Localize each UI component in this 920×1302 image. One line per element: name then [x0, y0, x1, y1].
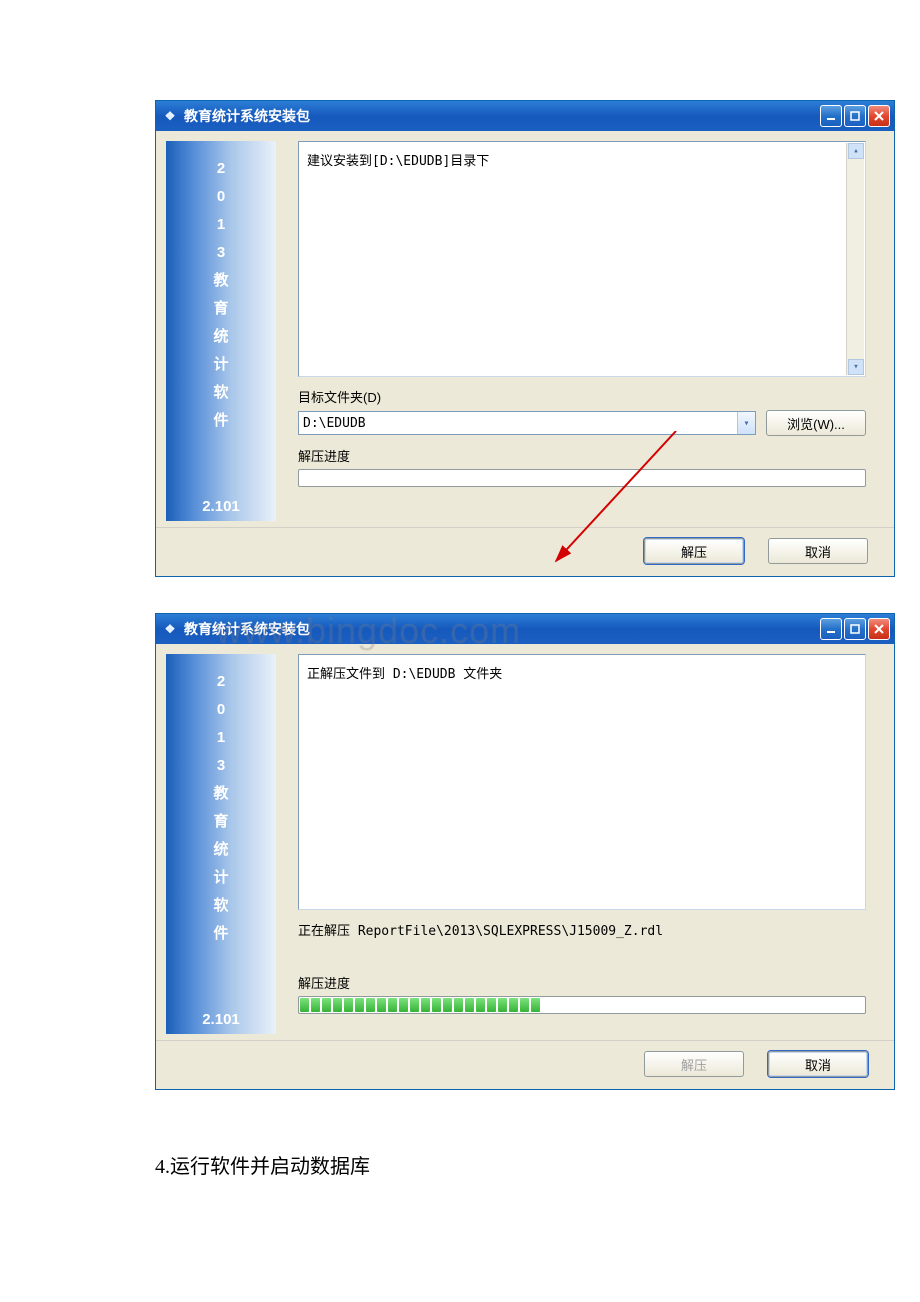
target-folder-label: 目标文件夹(D)	[298, 387, 866, 406]
info-textarea: 正解压文件到 D:\EDUDB 文件夹	[298, 654, 866, 910]
progress-block	[487, 998, 496, 1012]
progress-block	[476, 998, 485, 1012]
sidebar-char: 软	[166, 379, 276, 407]
sidebar-banner: 2013教育统计软件 2.101	[166, 654, 276, 1034]
sidebar-char: 2	[166, 155, 276, 183]
window-title: 教育统计系统安装包	[184, 619, 820, 639]
scroll-up-icon[interactable]: ▴	[848, 143, 864, 159]
app-icon: ❖	[162, 108, 178, 124]
progress-block	[454, 998, 463, 1012]
step-caption: 4.运行软件并启动数据库	[155, 1150, 895, 1179]
progress-block	[355, 998, 364, 1012]
progress-block	[443, 998, 452, 1012]
close-button[interactable]	[868, 105, 890, 127]
button-row: 解压 取消	[156, 1040, 894, 1089]
progress-block	[531, 998, 540, 1012]
installer-dialog-1: ❖ 教育统计系统安装包 2013教育统计软件 2.101	[155, 100, 895, 577]
scroll-down-icon[interactable]: ▾	[848, 359, 864, 375]
progress-block	[366, 998, 375, 1012]
sidebar-char: 0	[166, 183, 276, 211]
progress-block	[333, 998, 342, 1012]
status-text: 正在解压 ReportFile\2013\SQLEXPRESS\J15009_Z…	[298, 920, 866, 939]
sidebar-char: 软	[166, 892, 276, 920]
progress-block	[344, 998, 353, 1012]
extract-button: 解压	[644, 1051, 744, 1077]
progress-block	[377, 998, 386, 1012]
sidebar-char: 件	[166, 407, 276, 435]
close-button[interactable]	[868, 618, 890, 640]
sidebar-banner: 2013教育统计软件 2.101	[166, 141, 276, 521]
sidebar-char: 2	[166, 668, 276, 696]
window-title: 教育统计系统安装包	[184, 106, 820, 126]
minimize-button[interactable]	[820, 618, 842, 640]
minimize-button[interactable]	[820, 105, 842, 127]
progress-block	[498, 998, 507, 1012]
extract-button[interactable]: 解压	[644, 538, 744, 564]
target-folder-input[interactable]: D:\EDUDB ▾	[298, 411, 756, 435]
installer-dialog-2: www.bingdoc.com ❖ 教育统计系统安装包 2013教育统计软件 2…	[155, 613, 895, 1090]
progress-bar	[298, 996, 866, 1014]
app-icon: ❖	[162, 621, 178, 637]
sidebar-char: 教	[166, 267, 276, 295]
progress-block	[322, 998, 331, 1012]
target-folder-value: D:\EDUDB	[303, 416, 366, 431]
sidebar-char: 育	[166, 295, 276, 323]
sidebar-char: 3	[166, 239, 276, 267]
dropdown-icon[interactable]: ▾	[737, 412, 755, 434]
progress-block	[410, 998, 419, 1012]
maximize-button[interactable]	[844, 618, 866, 640]
button-row: 解压 取消	[156, 527, 894, 576]
version-label: 2.101	[166, 498, 276, 515]
progress-block	[300, 998, 309, 1012]
sidebar-char: 育	[166, 808, 276, 836]
sidebar-char: 教	[166, 780, 276, 808]
sidebar-char: 1	[166, 211, 276, 239]
progress-label: 解压进度	[298, 973, 866, 992]
sidebar-char: 统	[166, 323, 276, 351]
progress-block	[421, 998, 430, 1012]
progress-block	[432, 998, 441, 1012]
progress-block	[520, 998, 529, 1012]
cancel-button[interactable]: 取消	[768, 538, 868, 564]
sidebar-char: 计	[166, 864, 276, 892]
progress-block	[465, 998, 474, 1012]
version-label: 2.101	[166, 1011, 276, 1028]
sidebar-char: 1	[166, 724, 276, 752]
info-text: 正解压文件到 D:\EDUDB 文件夹	[307, 667, 502, 682]
progress-block	[399, 998, 408, 1012]
browse-button[interactable]: 浏览(W)...	[766, 410, 866, 436]
scrollbar[interactable]: ▴ ▾	[846, 143, 864, 375]
info-textarea: 建议安装到[D:\EDUDB]目录下 ▴ ▾	[298, 141, 866, 377]
sidebar-char: 3	[166, 752, 276, 780]
titlebar[interactable]: ❖ 教育统计系统安装包	[156, 101, 894, 131]
info-text: 建议安装到[D:\EDUDB]目录下	[307, 154, 489, 169]
titlebar[interactable]: ❖ 教育统计系统安装包	[156, 614, 894, 644]
maximize-button[interactable]	[844, 105, 866, 127]
sidebar-char: 件	[166, 920, 276, 948]
progress-block	[388, 998, 397, 1012]
sidebar-char: 统	[166, 836, 276, 864]
sidebar-char: 计	[166, 351, 276, 379]
progress-block	[311, 998, 320, 1012]
progress-label: 解压进度	[298, 446, 866, 465]
sidebar-char: 0	[166, 696, 276, 724]
progress-block	[509, 998, 518, 1012]
cancel-button[interactable]: 取消	[768, 1051, 868, 1077]
progress-bar	[298, 469, 866, 487]
